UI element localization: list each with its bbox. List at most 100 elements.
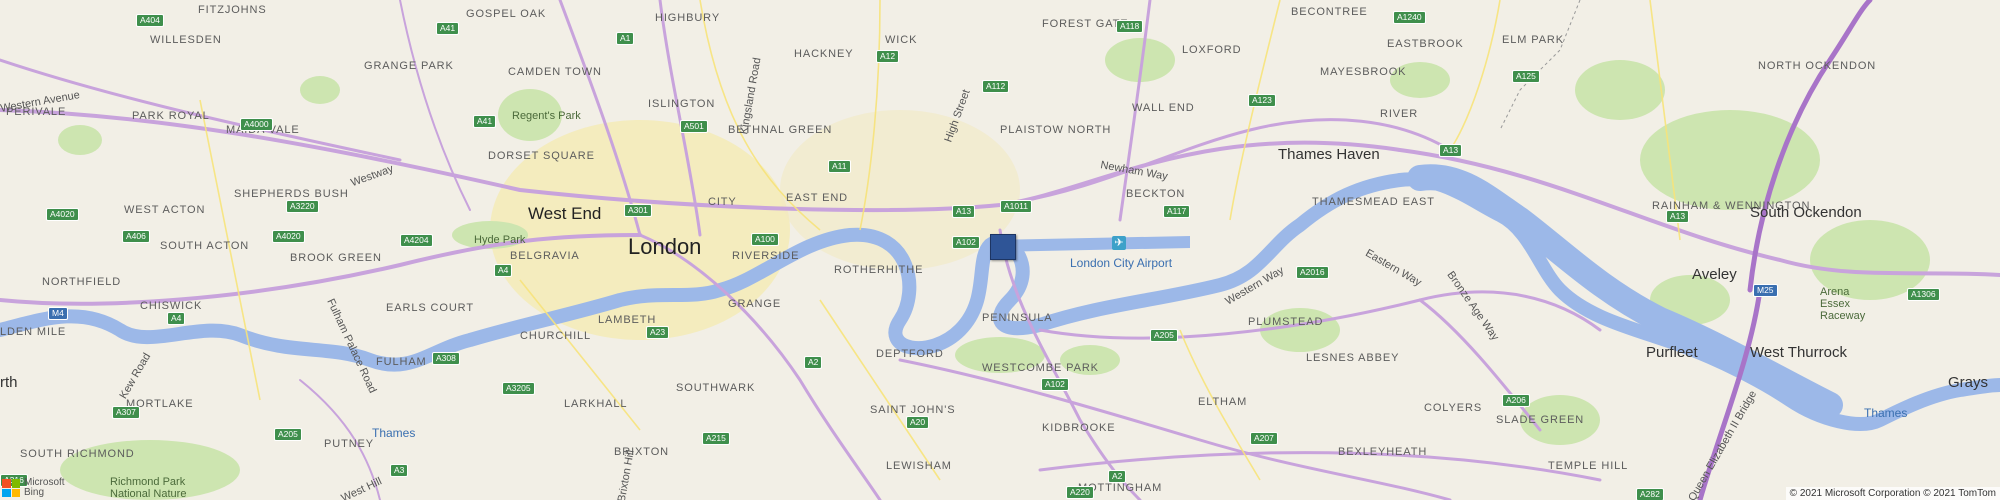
label-rth: rth bbox=[0, 374, 18, 391]
road-shield: A4 bbox=[494, 264, 513, 277]
road-shield: A1011 bbox=[1000, 200, 1032, 213]
label-deptford: DEPTFORD bbox=[876, 348, 944, 360]
road-shield: A501 bbox=[680, 120, 708, 133]
road-shield: A20 bbox=[906, 416, 930, 429]
label-west-thurrock: West Thurrock bbox=[1750, 344, 1847, 361]
label-arena-essex: Arena Essex Raceway bbox=[1820, 286, 1866, 322]
road-shield: A123 bbox=[1248, 94, 1276, 107]
label-regents-park: Regent's Park bbox=[512, 110, 581, 122]
label-mayesbrook: MAYESBROOK bbox=[1320, 66, 1407, 78]
road-shield: M4 bbox=[48, 307, 68, 320]
road-shield: A3205 bbox=[502, 382, 535, 395]
road-shield: A41 bbox=[473, 115, 497, 128]
bing-logo-line2: Bing bbox=[24, 487, 45, 498]
label-becontree: BECONTREE bbox=[1291, 6, 1368, 18]
label-lambeth: LAMBETH bbox=[598, 314, 657, 326]
label-saint-johns: SAINT JOHN'S bbox=[870, 404, 956, 416]
road-shield: A404 bbox=[136, 14, 164, 27]
label-golden-mile: LDEN MILE bbox=[0, 326, 67, 338]
label-islington: ISLINGTON bbox=[648, 98, 716, 110]
road-shield: A100 bbox=[751, 233, 779, 246]
label-kidbrooke: KIDBROOKE bbox=[1042, 422, 1116, 434]
road-shield: A205 bbox=[1150, 329, 1178, 342]
road-shield: A11 bbox=[828, 160, 851, 173]
royal-docks bbox=[990, 236, 1190, 252]
label-dorset-square: DORSET SQUARE bbox=[488, 150, 595, 162]
label-west-acton: WEST ACTON bbox=[124, 204, 206, 216]
road-shield: A4204 bbox=[400, 234, 433, 247]
map-canvas[interactable]: FITZJOHNS GOSPEL OAK HIGHBURY WICK FORES… bbox=[0, 0, 2000, 500]
label-brook-green: BROOK GREEN bbox=[290, 252, 382, 264]
label-bexleyheath: BEXLEYHEATH bbox=[1338, 446, 1428, 458]
road-shield: M25 bbox=[1753, 284, 1778, 297]
road-shield: A3220 bbox=[286, 200, 319, 213]
label-south-acton: SOUTH ACTON bbox=[160, 240, 250, 252]
road-shield: A13 bbox=[952, 205, 976, 218]
road-shield: A13 bbox=[1439, 144, 1463, 157]
road-shield: A206 bbox=[1502, 394, 1530, 407]
road-shield: A102 bbox=[952, 236, 980, 249]
copyright-notice: © 2021 Microsoft Corporation © 2021 TomT… bbox=[1785, 487, 2000, 500]
bing-logo[interactable]: Microsoft Bing bbox=[2, 478, 65, 498]
road-shield: A41 bbox=[436, 22, 460, 35]
road-shield: A220 bbox=[1066, 486, 1094, 499]
label-north-ockendon: NORTH OCKENDON bbox=[1758, 60, 1877, 72]
road-shield: A117 bbox=[1163, 205, 1191, 218]
label-thamesmead-east: THAMESMEAD EAST bbox=[1312, 196, 1435, 208]
label-lewisham: LEWISHAM bbox=[886, 460, 952, 472]
location-pin[interactable] bbox=[990, 234, 1016, 260]
label-chiswick: CHISWICK bbox=[140, 300, 203, 312]
label-riverside: RIVERSIDE bbox=[732, 250, 800, 262]
road-shield: A215 bbox=[702, 432, 730, 445]
road-shield: A2 bbox=[1108, 470, 1127, 483]
road-shield: A301 bbox=[624, 204, 652, 217]
label-highbury: HIGHBURY bbox=[655, 12, 721, 24]
label-hackney: HACKNEY bbox=[794, 48, 854, 60]
label-hyde-park: Hyde Park bbox=[474, 234, 526, 246]
label-thames-east: Thames bbox=[1864, 406, 1908, 420]
road-shield: A4 bbox=[167, 312, 186, 325]
label-lesnes-abbey: LESNES ABBEY bbox=[1306, 352, 1400, 364]
label-peninsula: PENINSULA bbox=[982, 312, 1053, 324]
label-south-ockendon: South Ockendon bbox=[1750, 204, 1862, 221]
label-wick: WICK bbox=[885, 34, 918, 46]
road-shield: A205 bbox=[274, 428, 302, 441]
label-fitzjohns: FITZJOHNS bbox=[198, 4, 267, 16]
road-shield: A308 bbox=[432, 352, 460, 365]
label-loxford: LOXFORD bbox=[1182, 44, 1242, 56]
road-shield: A2 bbox=[804, 356, 823, 369]
label-camden-town: CAMDEN TOWN bbox=[508, 66, 602, 78]
road-shield: A125 bbox=[1512, 70, 1540, 83]
label-south-richmond: SOUTH RICHMOND bbox=[20, 448, 135, 460]
road-shield: A406 bbox=[122, 230, 150, 243]
label-plumstead: PLUMSTEAD bbox=[1248, 316, 1324, 328]
road-shield: A2016 bbox=[1296, 266, 1329, 279]
road-shield: A13 bbox=[1666, 210, 1690, 223]
label-eltham: ELTHAM bbox=[1198, 396, 1248, 408]
label-thames-west: Thames bbox=[372, 426, 416, 440]
london-city-line bbox=[1499, 0, 1581, 131]
label-beckton: BECKTON bbox=[1126, 188, 1186, 200]
label-purfleet: Purfleet bbox=[1646, 344, 1698, 361]
label-east-end: EAST END bbox=[786, 192, 849, 204]
road-shield: A1 bbox=[616, 32, 635, 45]
label-larkhall: LARKHALL bbox=[564, 398, 628, 410]
label-rotherhithe: ROTHERHITHE bbox=[834, 264, 924, 276]
road-shield: A102 bbox=[1041, 378, 1069, 391]
label-northfield: NORTHFIELD bbox=[42, 276, 122, 288]
label-park-royal: PARK ROYAL bbox=[132, 110, 210, 122]
label-grange-park: GRANGE PARK bbox=[364, 60, 454, 72]
label-willesden: WILLESDEN bbox=[150, 34, 222, 46]
label-elm-park: ELM PARK bbox=[1502, 34, 1565, 46]
label-churchill: CHURCHILL bbox=[520, 330, 592, 342]
label-grays: Grays bbox=[1948, 374, 1989, 391]
road-shield: A12 bbox=[876, 50, 900, 63]
road-shield: A207 bbox=[1250, 432, 1278, 445]
park-areas bbox=[58, 38, 1930, 500]
label-city: CITY bbox=[708, 196, 737, 208]
label-west-end: West End bbox=[528, 204, 602, 223]
label-aveley: Aveley bbox=[1692, 266, 1737, 283]
label-richmond-park: Richmond Park National Nature bbox=[110, 476, 187, 500]
airplane-icon[interactable]: ✈ bbox=[1112, 236, 1126, 250]
bing-logo-text: Microsoft Bing bbox=[24, 478, 65, 498]
